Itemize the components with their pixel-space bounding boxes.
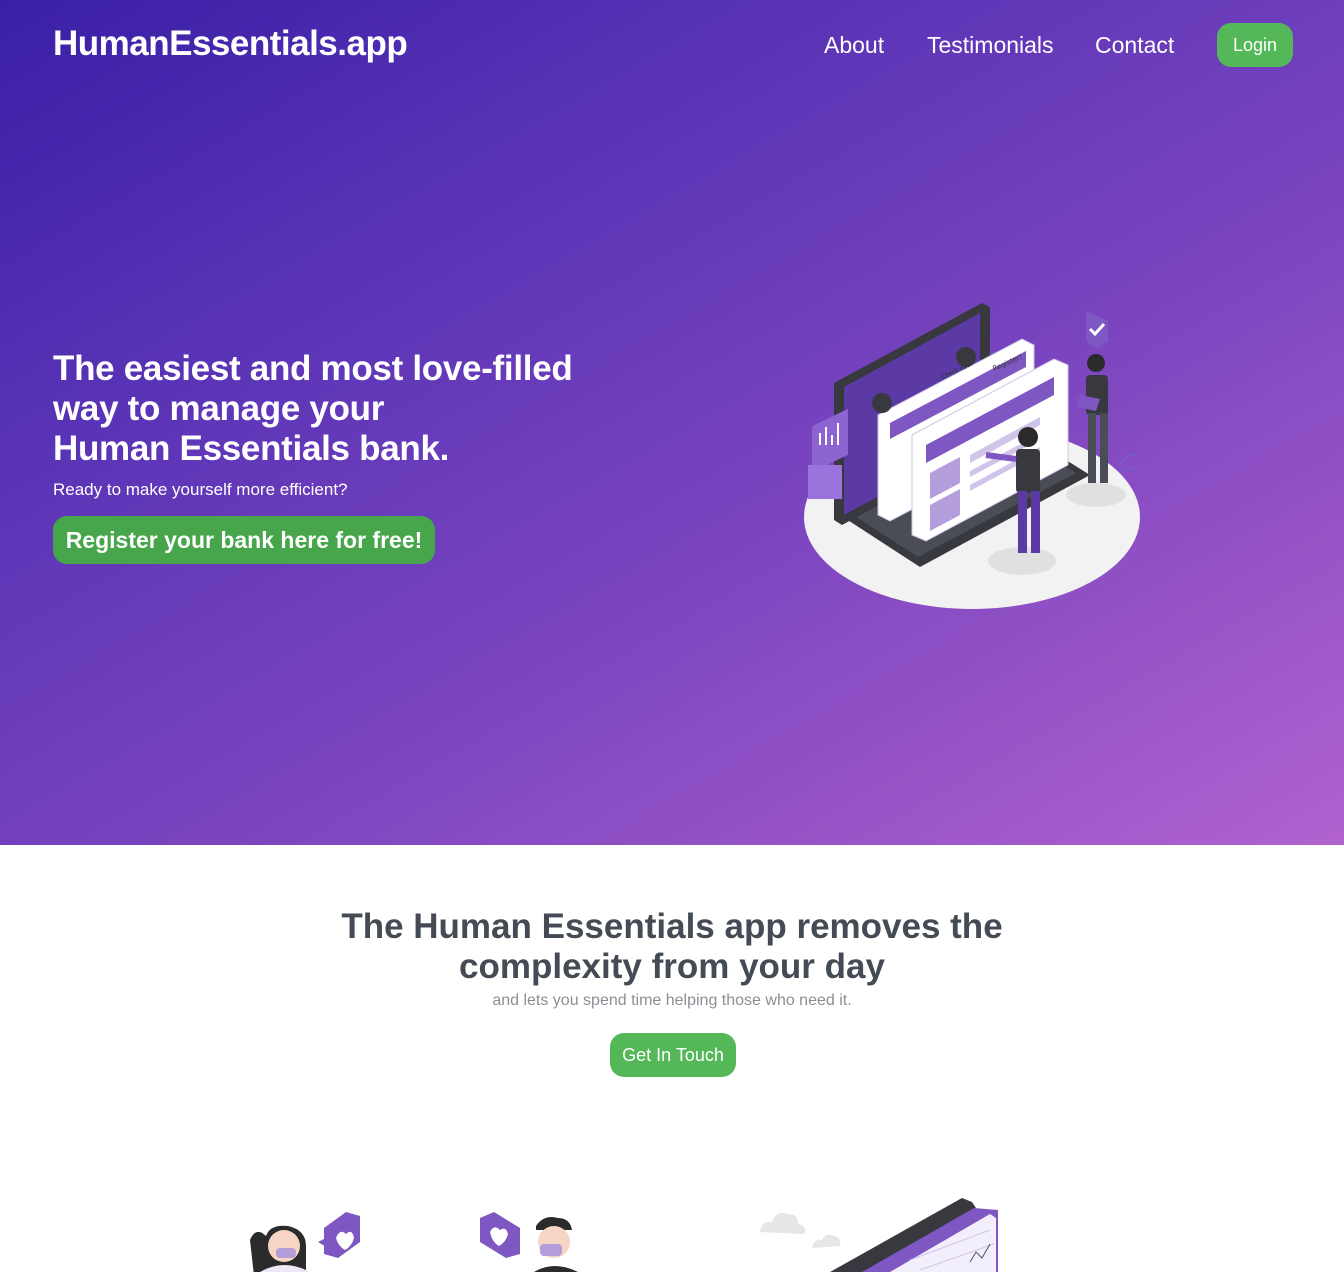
nav-link-contact[interactable]: Contact (1095, 32, 1174, 59)
hero-title-line: The easiest and most love-filled (53, 349, 573, 388)
section-heading: The Human Essentials app removes the com… (341, 907, 1003, 986)
hero-subtitle: Ready to make yourself more efficient? (53, 480, 348, 499)
hero-title-line: way to manage your (53, 389, 385, 428)
top-navbar: HumanEssentials.app About Testimonials C… (0, 0, 1344, 90)
nav-link-about[interactable]: About (824, 32, 884, 59)
calendar-dashboard-illustration (760, 1198, 998, 1272)
section-subheading: and lets you spend time helping those wh… (492, 992, 852, 1009)
hero-section: HumanEssentials.app About Testimonials C… (0, 0, 1344, 845)
volunteers-illustration (250, 1212, 578, 1272)
hero-title-line: Human Essentials bank. (53, 429, 450, 468)
intro-section: The Human Essentials app removes the com… (0, 845, 1344, 1272)
get-in-touch-button[interactable]: Get In Touch (610, 1033, 736, 1077)
register-bank-button[interactable]: Register your bank here for free! (53, 516, 435, 564)
hero-title: The easiest and most love-filled way to … (53, 349, 653, 469)
nav-link-testimonials[interactable]: Testimonials (927, 32, 1054, 59)
dashboard-team-illustration: Register! Check out (804, 303, 1140, 609)
login-button[interactable]: Login (1217, 23, 1293, 67)
brand-logo[interactable]: HumanEssentials.app (53, 24, 408, 64)
